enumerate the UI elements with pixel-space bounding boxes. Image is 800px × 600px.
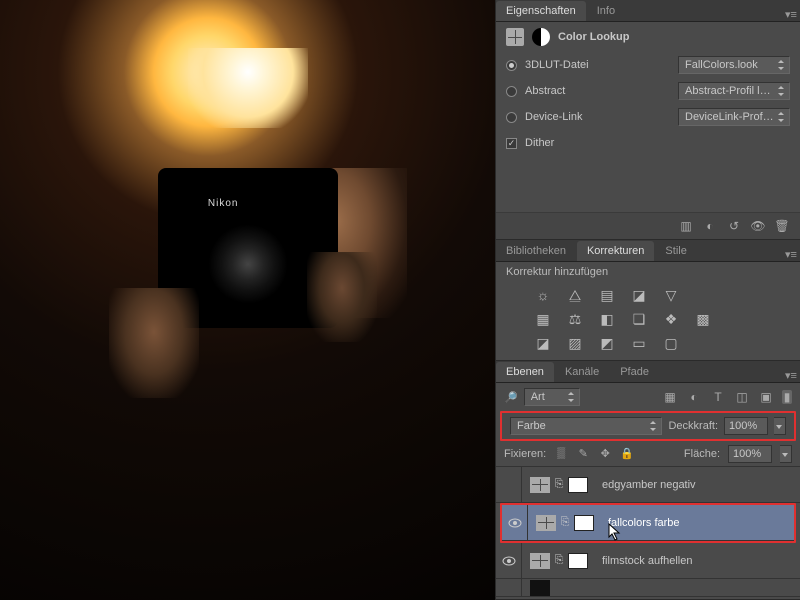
- dropdown-abstract[interactable]: Abstract-Profil lad...: [678, 82, 790, 100]
- layer-filter-dropdown[interactable]: Art: [524, 388, 580, 406]
- tab-properties[interactable]: Eigenschaften: [496, 1, 586, 21]
- link-icon[interactable]: ⎘: [554, 554, 564, 567]
- visibility-icon[interactable]: 👁: [750, 219, 766, 233]
- adjustments-panel: Bibliotheken Korrekturen Stile ▾≡ Korrek…: [496, 240, 800, 361]
- layer-name[interactable]: filmstock aufhellen: [596, 555, 693, 567]
- document-canvas[interactable]: Nikon: [0, 0, 495, 600]
- checkbox-dither[interactable]: [506, 138, 517, 149]
- layer-row[interactable]: ⎘ fallcolors farbe: [502, 505, 794, 541]
- fill-input[interactable]: 100%: [728, 445, 772, 463]
- highlight-blend-row: Farbe Deckkraft: 100%: [500, 411, 796, 441]
- layer-name[interactable]: edgyamber negativ: [596, 479, 696, 491]
- label-abstract: Abstract: [525, 85, 605, 97]
- fill-label: Fläche:: [684, 448, 720, 460]
- adjustment-thumb-icon: [530, 477, 550, 493]
- mask-thumb[interactable]: [568, 477, 588, 493]
- invert-icon[interactable]: ◪: [532, 334, 554, 352]
- prev-state-icon[interactable]: ◐: [702, 219, 718, 233]
- radio-abstract[interactable]: [506, 86, 517, 97]
- dropdown-3dlut[interactable]: FallColors.look: [678, 56, 790, 74]
- mask-thumb[interactable]: [568, 553, 588, 569]
- lock-all-icon[interactable]: 🔒: [620, 447, 634, 461]
- label-dither: Dither: [525, 137, 554, 149]
- selective-color-icon[interactable]: ▢: [660, 334, 682, 352]
- clip-to-layer-icon[interactable]: ▥: [678, 219, 694, 233]
- adjustments-subtitle: Korrektur hinzufügen: [496, 262, 800, 282]
- lock-pixels-icon[interactable]: ✎: [576, 447, 590, 461]
- bw-icon[interactable]: ◧: [596, 310, 618, 328]
- tab-libraries[interactable]: Bibliotheken: [496, 241, 576, 261]
- tab-channels[interactable]: Kanäle: [555, 362, 609, 382]
- label-devicelink: Device-Link: [525, 111, 605, 123]
- panel-menu-icon[interactable]: ▾≡: [782, 248, 800, 261]
- posterize-icon[interactable]: ▨: [564, 334, 586, 352]
- trash-icon[interactable]: 🗑: [774, 219, 790, 233]
- properties-title: Color Lookup: [558, 31, 630, 43]
- vibrance-icon[interactable]: ▽: [660, 286, 682, 304]
- lock-transparent-icon[interactable]: ▒: [554, 447, 568, 461]
- visibility-toggle[interactable]: [502, 505, 528, 540]
- filter-smart-icon[interactable]: ▣: [758, 390, 774, 404]
- color-balance-icon[interactable]: ⚖: [564, 310, 586, 328]
- visibility-toggle[interactable]: [496, 467, 522, 502]
- panels-sidebar: Eigenschaften Info ▾≡ Color Lookup 3DLUT…: [495, 0, 800, 600]
- dropdown-devicelink[interactable]: DeviceLink-Profil l...: [678, 108, 790, 126]
- color-lookup-icon: [532, 28, 550, 46]
- layer-thumb: [530, 580, 550, 596]
- link-icon[interactable]: ⎘: [560, 516, 570, 529]
- tab-layers[interactable]: Ebenen: [496, 362, 554, 382]
- brightness-icon[interactable]: ☼: [532, 286, 554, 304]
- lock-position-icon[interactable]: ✥: [598, 447, 612, 461]
- channel-mixer-icon[interactable]: ❖: [660, 310, 682, 328]
- lock-label: Fixieren:: [504, 448, 546, 460]
- blend-mode-dropdown[interactable]: Farbe: [510, 417, 662, 435]
- threshold-icon[interactable]: ◩: [596, 334, 618, 352]
- camera-brand: Nikon: [208, 198, 239, 209]
- layer-row[interactable]: [496, 579, 800, 597]
- radio-devicelink[interactable]: [506, 112, 517, 123]
- curves-icon[interactable]: ▤: [596, 286, 618, 304]
- mask-thumb[interactable]: [574, 515, 594, 531]
- filter-toggle-icon[interactable]: ▮: [782, 390, 792, 404]
- label-3dlut: 3DLUT-Datei: [525, 59, 605, 71]
- visibility-toggle[interactable]: [496, 579, 522, 597]
- exposure-icon[interactable]: ◪: [628, 286, 650, 304]
- properties-panel: Eigenschaften Info ▾≡ Color Lookup 3DLUT…: [496, 0, 800, 240]
- highlight-selected-layer: ⎘ fallcolors farbe: [500, 503, 796, 543]
- opacity-slider-toggle[interactable]: [774, 417, 786, 435]
- filter-type-icon[interactable]: T: [710, 390, 726, 404]
- reset-icon[interactable]: ↺: [726, 219, 742, 233]
- hue-icon[interactable]: ▦: [532, 310, 554, 328]
- opacity-label: Deckkraft:: [668, 420, 718, 432]
- layer-name[interactable]: fallcolors farbe: [602, 517, 680, 529]
- opacity-input[interactable]: 100%: [724, 417, 768, 435]
- tab-info[interactable]: Info: [587, 1, 625, 21]
- link-icon[interactable]: ⎘: [554, 478, 564, 491]
- photo-filter-icon[interactable]: ❏: [628, 310, 650, 328]
- filter-pixel-icon[interactable]: ▦: [662, 390, 678, 404]
- fill-slider-toggle[interactable]: [780, 445, 792, 463]
- photo: Nikon: [0, 0, 495, 600]
- tab-styles[interactable]: Stile: [655, 241, 696, 261]
- radio-3dlut[interactable]: [506, 60, 517, 71]
- lut-grid-icon: [506, 28, 524, 46]
- tab-adjustments[interactable]: Korrekturen: [577, 241, 654, 261]
- filter-shape-icon[interactable]: ◫: [734, 390, 750, 404]
- tab-paths[interactable]: Pfade: [610, 362, 659, 382]
- adjustment-thumb-icon: [536, 515, 556, 531]
- color-lookup-icon[interactable]: ▩: [692, 310, 714, 328]
- layers-panel: Ebenen Kanäle Pfade ▾≡ 🔎 Art ▦ ◐ T ◫ ▣ ▮…: [496, 361, 800, 600]
- gradient-map-icon[interactable]: ▭: [628, 334, 650, 352]
- panel-menu-icon[interactable]: ▾≡: [782, 8, 800, 21]
- visibility-toggle[interactable]: [496, 543, 522, 578]
- levels-icon[interactable]: ⧋: [564, 286, 586, 304]
- filter-adjust-icon[interactable]: ◐: [686, 390, 702, 404]
- panel-menu-icon[interactable]: ▾≡: [782, 369, 800, 382]
- layer-row[interactable]: ⎘ edgyamber negativ: [496, 467, 800, 503]
- adjustment-thumb-icon: [530, 553, 550, 569]
- layer-row[interactable]: ⎘ filmstock aufhellen: [496, 543, 800, 579]
